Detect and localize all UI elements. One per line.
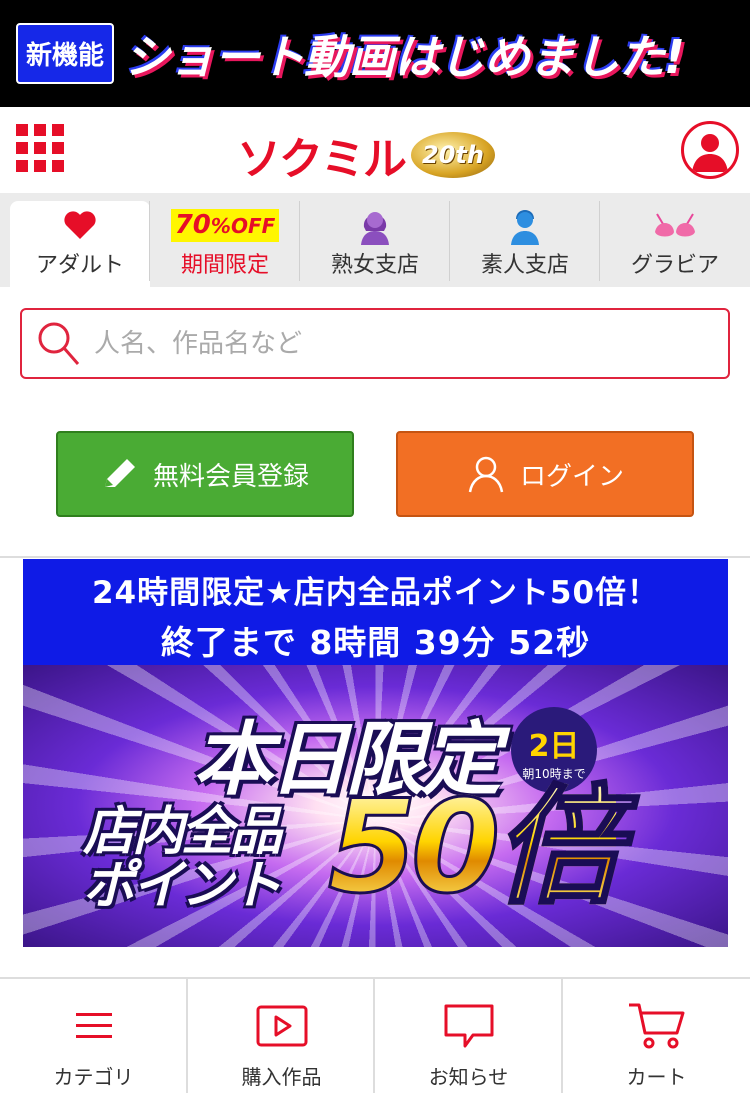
new-feature-badge: 新機能	[16, 23, 115, 84]
nav-news[interactable]: お知らせ	[375, 979, 562, 1093]
tab-amateur[interactable]: 素人支店	[455, 201, 595, 287]
tab-limited[interactable]: 70%OFF 期間限定	[155, 201, 295, 287]
nav-category-label: カテゴリ	[53, 1065, 134, 1089]
campaign-sub2: ポイント	[83, 856, 282, 916]
tab-limited-label: 期間限定	[180, 253, 269, 278]
category-tabs: アダルト 70%OFF 期間限定 熟女支店 素人支店 グラビア	[0, 193, 750, 287]
register-button-label: 無料会員登録	[152, 461, 309, 492]
promo-text: ショート動画はじめました!	[124, 29, 685, 84]
user-account-icon[interactable]	[681, 121, 739, 179]
campaign-days: 2日	[528, 729, 580, 764]
play-icon	[256, 1001, 308, 1051]
logo-text: ソクミル	[237, 134, 407, 185]
nav-cart[interactable]: カート	[563, 979, 750, 1093]
tab-mature-label: 熟女支店	[330, 253, 419, 278]
nav-category[interactable]: カテゴリ	[0, 979, 187, 1093]
grid-menu-icon[interactable]	[16, 124, 64, 176]
tab-amateur-label: 素人支店	[480, 253, 569, 278]
discount-value: 70	[174, 209, 211, 240]
promo-banner[interactable]: 新機能 ショート動画はじめました!	[0, 0, 750, 107]
search-bar	[20, 308, 730, 379]
tab-adult-label: アダルト	[35, 253, 124, 278]
site-logo[interactable]: ソクミル 20th	[237, 123, 495, 187]
tab-mature[interactable]: 熟女支店	[305, 201, 445, 287]
speech-bubble-icon	[443, 1001, 495, 1051]
campaign-headline: 24時間限定★店内全品ポイント50倍！	[91, 575, 660, 611]
campaign-subtitle: 店内全品 ポイント	[83, 802, 282, 916]
person-icon	[508, 205, 542, 245]
nav-purchased-label: 購入作品	[241, 1065, 322, 1089]
login-button[interactable]: ログイン	[396, 431, 694, 517]
tab-gravure[interactable]: グラビア	[605, 201, 745, 287]
bra-icon	[653, 205, 697, 245]
search-icon[interactable]	[32, 316, 88, 372]
campaign-banner[interactable]: 本日限定 2日 朝10時まで 店内全品 ポイント 50倍	[23, 665, 728, 947]
woman-icon	[358, 205, 392, 245]
search-input[interactable]	[94, 328, 694, 359]
campaign-sub1: 店内全品	[83, 802, 282, 862]
nav-news-label: お知らせ	[428, 1065, 509, 1089]
campaign-countdown[interactable]: 24時間限定★店内全品ポイント50倍！ 終了まで 8時間 39分 52秒	[23, 559, 728, 665]
bottom-navigation: カテゴリ 購入作品 お知らせ カート	[0, 979, 750, 1093]
tab-adult[interactable]: アダルト	[10, 201, 150, 287]
tab-gravure-label: グラビア	[630, 253, 719, 278]
discount-badge: 70%OFF	[170, 205, 280, 245]
login-button-label: ログイン	[519, 461, 624, 492]
header: ソクミル 20th	[0, 107, 750, 193]
cart-icon	[627, 1001, 687, 1051]
nav-purchased[interactable]: 購入作品	[188, 979, 375, 1093]
user-icon	[468, 456, 504, 493]
campaign-timer: 終了まで 8時間 39分 52秒	[160, 623, 591, 662]
discount-unit: %OFF	[210, 213, 276, 238]
register-button[interactable]: 無料会員登録	[56, 431, 354, 517]
divider	[0, 556, 750, 558]
nav-cart-label: カート	[626, 1065, 687, 1089]
anniversary-badge: 20th	[411, 132, 495, 178]
pencil-icon	[104, 459, 135, 487]
hamburger-icon	[74, 1001, 114, 1051]
heart-icon	[63, 205, 97, 245]
campaign-multiplier: 50倍	[326, 773, 623, 922]
